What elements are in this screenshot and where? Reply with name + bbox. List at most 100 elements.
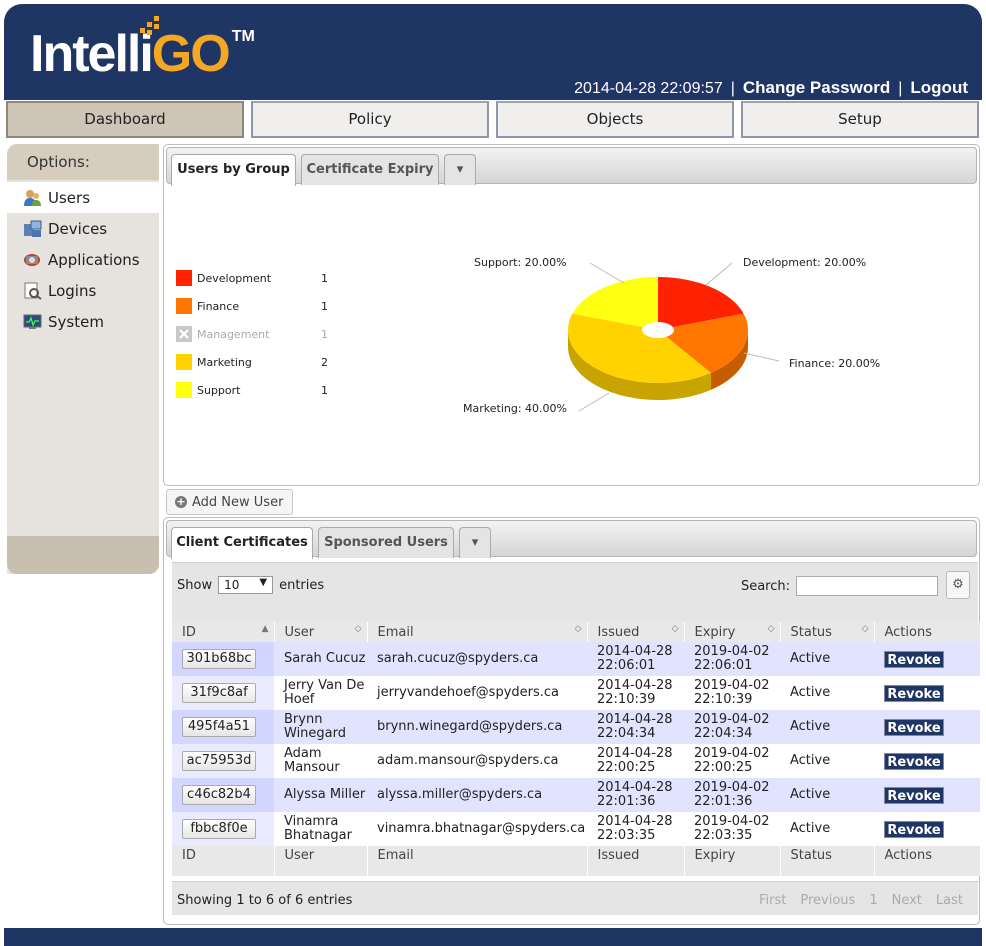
page-first[interactable]: First: [759, 893, 786, 908]
cell-email: vinamra.bhatnagar@spyders.ca: [367, 812, 587, 846]
sidebar-item-devices[interactable]: Devices: [7, 213, 159, 244]
sidebar-item-label: Logins: [48, 281, 97, 300]
legend-swatch: [176, 354, 192, 370]
app-footer: [4, 928, 982, 946]
tab-users-by-group[interactable]: Users by Group: [171, 154, 296, 186]
cell-issued: 2014-04-28 22:03:35: [587, 812, 684, 846]
certificate-id-button[interactable]: 495f4a51: [182, 717, 256, 737]
sort-icon: ◇: [671, 624, 679, 634]
change-password-link[interactable]: Change Password: [743, 78, 890, 97]
cell-status: Active: [780, 710, 874, 744]
cell-user: Adam Mansour: [274, 744, 367, 778]
footer-header-status: Status: [780, 846, 875, 876]
tab-objects[interactable]: Objects: [496, 101, 734, 138]
cell-user: Vinamra Bhatnagar: [274, 812, 367, 846]
cell-status: Active: [780, 744, 874, 778]
sidebar-item-label: Applications: [48, 250, 140, 269]
certificate-id-button[interactable]: 301b68bc: [182, 649, 256, 669]
footer-header-actions: Actions: [874, 846, 981, 876]
gear-icon: ⚙: [952, 577, 964, 592]
tab-dashboard[interactable]: Dashboard: [6, 101, 244, 138]
logout-link[interactable]: Logout: [910, 78, 968, 97]
sidebar-item-users[interactable]: Users: [7, 182, 159, 213]
tab-policy[interactable]: Policy: [251, 101, 489, 138]
sort-icon: ◇: [574, 624, 582, 634]
page-last[interactable]: Last: [936, 893, 963, 908]
pie-leader-line: [578, 392, 610, 412]
pie-leader-line: [705, 262, 733, 286]
sidebar-item-label: System: [48, 312, 104, 331]
revoke-button[interactable]: Revoke: [884, 786, 944, 804]
cell-user: Sarah Cucuz: [274, 642, 367, 676]
cell-actions: Revoke: [874, 778, 980, 812]
legend-item[interactable]: Development 1: [176, 270, 336, 298]
entries-select[interactable]: 10 ▼: [218, 576, 274, 594]
column-header-issued[interactable]: Issued ◇: [587, 622, 685, 642]
column-header-user[interactable]: User ◇: [274, 622, 368, 642]
chevron-down-icon[interactable]: ▾: [459, 527, 491, 558]
logo-dots-icon: [140, 16, 170, 38]
certificate-id-button[interactable]: ac75953d: [182, 751, 256, 771]
chevron-down-icon[interactable]: ▾: [444, 154, 476, 185]
certificate-id-button[interactable]: fbbc8f0e: [182, 819, 256, 839]
search-input[interactable]: [796, 576, 938, 596]
cell-id: 31f9c8af: [172, 676, 274, 710]
page-next[interactable]: Next: [892, 893, 922, 908]
cell-expiry: 2019-04-02 22:01:36: [684, 778, 780, 812]
legend-swatch: [176, 270, 192, 286]
column-header-email[interactable]: Email ◇: [367, 622, 588, 642]
cell-email: jerryvandehoef@spyders.ca: [367, 676, 587, 710]
sidebar-item-label: Devices: [48, 219, 108, 238]
revoke-button[interactable]: Revoke: [884, 752, 944, 770]
system-icon: [23, 314, 42, 329]
column-header-id[interactable]: ID ▲: [172, 622, 275, 642]
certificate-id-button[interactable]: 31f9c8af: [182, 683, 256, 703]
cell-id: c46c82b4: [172, 778, 274, 812]
legend-item[interactable]: Finance 1: [176, 298, 336, 326]
cell-actions: Revoke: [874, 710, 980, 744]
cell-issued: 2014-04-28 22:10:39: [587, 676, 684, 710]
revoke-button[interactable]: Revoke: [884, 820, 944, 838]
revoke-button[interactable]: Revoke: [884, 718, 944, 736]
column-header-expiry[interactable]: Expiry ◇: [684, 622, 781, 642]
column-header-status[interactable]: Status ◇: [780, 622, 875, 642]
column-settings-button[interactable]: ⚙: [946, 571, 970, 599]
app-header: IntelliGO TM 2014-04-28 22:09:57 | Change P…: [4, 4, 982, 100]
column-header-actions: Actions: [874, 622, 981, 642]
page-previous[interactable]: Previous: [800, 893, 855, 908]
sidebar: Options: Users Devices Applications Logi…: [7, 144, 159, 574]
cell-status: Active: [780, 642, 874, 676]
cell-expiry: 2019-04-02 22:00:25: [684, 744, 780, 778]
revoke-button[interactable]: Revoke: [884, 650, 944, 668]
cell-issued: 2014-04-28 22:00:25: [587, 744, 684, 778]
sidebar-item-logins[interactable]: Logins: [7, 275, 159, 306]
cell-email: sarah.cucuz@spyders.ca: [367, 642, 587, 676]
cell-email: alyssa.miller@spyders.ca: [367, 778, 587, 812]
table-info: Showing 1 to 6 of 6 entries: [177, 893, 353, 908]
legend-swatch: [176, 382, 192, 398]
cell-issued: 2014-04-28 22:06:01: [587, 642, 684, 676]
slice-label-marketing: Marketing: 40.00%: [463, 402, 567, 415]
sidebar-item-system[interactable]: System: [7, 306, 159, 337]
revoke-button[interactable]: Revoke: [884, 684, 944, 702]
table-row: fbbc8f0e Vinamra Bhatnagar vinamra.bhatnag…: [172, 812, 980, 846]
tab-client-certificates[interactable]: Client Certificates: [171, 527, 313, 559]
legend-item[interactable]: Support 1: [176, 382, 336, 410]
tab-setup[interactable]: Setup: [741, 101, 979, 138]
sidebar-item-applications[interactable]: Applications: [7, 244, 159, 275]
page-number[interactable]: 1: [869, 893, 877, 908]
add-new-user-button[interactable]: + Add New User: [166, 489, 293, 515]
chart-legend: Development 1 Finance 1 Management 1 Mar…: [176, 270, 336, 410]
legend-item[interactable]: Marketing 2: [176, 354, 336, 382]
certs-tabbar: Client Certificates Sponsored Users ▾: [166, 520, 977, 559]
legend-item[interactable]: Management 1: [176, 326, 336, 354]
cell-id: 495f4a51: [172, 710, 274, 744]
footer-header-email: Email: [367, 846, 588, 876]
certificate-id-button[interactable]: c46c82b4: [182, 785, 256, 805]
tab-sponsored-users[interactable]: Sponsored Users: [318, 527, 454, 558]
footer-header-id: ID: [172, 846, 275, 876]
cell-email: brynn.winegard@spyders.ca: [367, 710, 587, 744]
tab-certificate-expiry[interactable]: Certificate Expiry: [301, 154, 439, 185]
table-controls: Show 10 ▼ entries Search: ⚙: [172, 562, 978, 622]
slice-label-support: Support: 20.00%: [474, 256, 567, 269]
